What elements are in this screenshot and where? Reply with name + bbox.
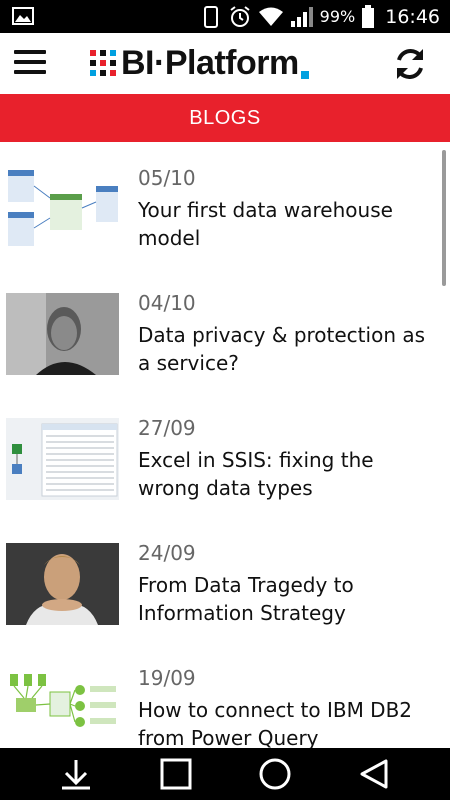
- blog-list-item[interactable]: 27/09 Excel in SSIS: fixing the wrong da…: [0, 392, 450, 517]
- scrollbar[interactable]: [442, 150, 446, 286]
- post-date: 05/10: [138, 166, 196, 190]
- post-title: Your first data warehouse model: [138, 198, 393, 250]
- app-bar: BI·Platform: [0, 33, 450, 94]
- post-title: Data privacy & protection as a service?: [138, 323, 426, 375]
- post-date: 24/09: [138, 541, 196, 565]
- logo: BI·Platform: [90, 43, 309, 83]
- post-date: 27/09: [138, 416, 196, 440]
- power-query-diagram-thumbnail: [6, 668, 119, 748]
- clock: 16:46: [385, 5, 440, 28]
- ssis-screenshot-thumbnail: [6, 418, 119, 500]
- portrait-thumbnail: [6, 293, 119, 375]
- section-header: BLOGS: [0, 94, 450, 142]
- post-title: Excel in SSIS: fixing the wrong data typ…: [138, 448, 374, 500]
- recents-icon[interactable]: [158, 758, 194, 790]
- refresh-icon[interactable]: [392, 46, 428, 82]
- hamburger-menu-icon[interactable]: [14, 50, 48, 78]
- data-model-thumbnail: [6, 168, 119, 250]
- post-title: How to connect to IBM DB2 from Power Que…: [138, 698, 413, 748]
- blog-list-item[interactable]: 19/09 How to connect to IBM DB2 from Pow…: [0, 642, 450, 748]
- battery-percent: 99%: [319, 7, 356, 26]
- download-icon[interactable]: [58, 758, 94, 790]
- system-nav-bar: [0, 748, 450, 800]
- blog-list-item[interactable]: 05/10 Your first data warehouse model: [0, 142, 450, 267]
- home-icon[interactable]: [257, 758, 293, 790]
- status-bar: 99% 16:46: [0, 0, 450, 33]
- post-title: From Data Tragedy to Information Strateg…: [138, 573, 354, 625]
- alarm-icon: [230, 5, 250, 27]
- blog-list-item[interactable]: 04/10 Data privacy & protection as a ser…: [0, 267, 450, 392]
- post-date: 19/09: [138, 666, 196, 690]
- logo-grid-icon: [90, 50, 116, 76]
- logo-text: BI·Platform: [121, 43, 299, 82]
- blog-list-item[interactable]: 24/09 From Data Tragedy to Information S…: [0, 517, 450, 642]
- logo-dot: [300, 71, 309, 79]
- post-date: 04/10: [138, 291, 196, 315]
- back-icon[interactable]: [356, 758, 392, 790]
- section-title: BLOGS: [189, 106, 261, 129]
- wifi-icon: [258, 7, 283, 26]
- blog-list[interactable]: 05/10 Your first data warehouse model 04…: [0, 142, 450, 748]
- vibrate-icon: [203, 5, 218, 28]
- signal-icon: [290, 6, 313, 27]
- portrait-thumbnail: [6, 543, 119, 625]
- image-notification-icon: [12, 7, 34, 25]
- battery-icon: [362, 4, 375, 28]
